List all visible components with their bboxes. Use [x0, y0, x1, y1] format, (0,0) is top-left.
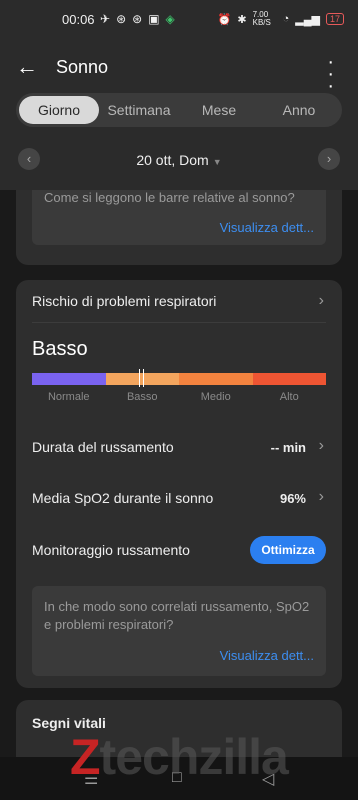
sleep-bars-help: Come si leggono le barre relative al son… — [32, 190, 326, 245]
spo2-value: 96% — [279, 491, 306, 506]
status-bar: 00:06 ✈ ⊛ ⊛ ▣ ◈ ⏰ ✱ 7.00 KB/S ◔ ▂▄▆ 17 — [0, 0, 358, 40]
divider — [32, 322, 326, 323]
caret-down-icon: ▼ — [212, 157, 222, 167]
tab-giorno[interactable]: Giorno — [19, 96, 99, 124]
date-selector[interactable]: 20 ott, Dom ▼ — [0, 152, 358, 168]
chevron-right-icon[interactable]: › — [319, 488, 324, 506]
tab-settimana[interactable]: Settimana — [99, 96, 179, 124]
scale-label: Normale — [47, 391, 90, 403]
respiratory-risk-card: Rischio di problemi respiratori › Basso … — [16, 280, 342, 688]
back-arrow-icon[interactable]: ← — [16, 54, 38, 80]
date-navigator: ‹ 20 ott, Dom ▼ › — [0, 145, 358, 175]
scale-segment-normale — [32, 373, 106, 385]
optimize-button[interactable]: Ottimizza — [250, 536, 326, 564]
tab-mese[interactable]: Mese — [179, 96, 259, 124]
spo2-label[interactable]: Media SpO2 durante il sonno — [32, 490, 213, 506]
sleep-bars-question: Come si leggono le barre relative al son… — [44, 190, 295, 205]
scale-label: Basso — [126, 391, 158, 403]
scale-segment-alto — [252, 373, 326, 385]
status-right: ⏰ ✱ 7.00 KB/S ◔ ▂▄▆ 17 — [218, 11, 344, 27]
period-tabs: Giorno Settimana Mese Anno — [16, 93, 342, 127]
header: ← Sonno · · · Giorno Settimana Mese Anno ‹… — [0, 40, 358, 190]
scale-label: Alto — [279, 391, 299, 403]
notification-icons: ✈ ⊛ ⊛ ▣ ◈ — [100, 12, 175, 26]
status-time: 00:06 — [62, 12, 95, 27]
risk-scale-labels: Normale Basso Medio Alto — [32, 391, 326, 403]
next-day-button[interactable]: › — [318, 148, 340, 170]
page-title: Sonno — [56, 57, 109, 77]
chevron-right-icon[interactable]: › — [319, 292, 324, 310]
wifi-icon: ◔ — [282, 13, 290, 25]
signal-icon: ▂▄▆ — [295, 13, 320, 26]
battery-indicator: 17 — [325, 13, 344, 25]
sleep-bars-details-link[interactable]: Visualizza dett... — [220, 220, 314, 235]
respiratory-help: In che modo sono correlati russamento, S… — [32, 586, 326, 676]
twitch-icon: ▣ — [148, 12, 160, 26]
date-label: 20 ott, Dom — [136, 152, 209, 168]
alarm-icon: ⏰ — [217, 13, 232, 26]
snoring-duration-value: -- min — [270, 440, 306, 455]
shield-icon: ◈ — [165, 12, 175, 26]
app-icon: ⊛ — [132, 12, 143, 26]
respiratory-help-question: In che modo sono correlati russamento, S… — [44, 599, 310, 632]
snoring-duration-label[interactable]: Durata del russamento — [32, 439, 174, 455]
app-icon: ⊛ — [116, 12, 127, 26]
watermark-z: Z — [70, 729, 101, 785]
snoring-monitoring-label: Monitoraggio russamento — [32, 542, 190, 558]
chevron-right-icon[interactable]: › — [319, 437, 324, 455]
scale-label: Medio — [200, 391, 231, 403]
risk-indicator — [138, 369, 144, 387]
bluetooth-icon: ✱ — [237, 13, 247, 26]
respiratory-details-link[interactable]: Visualizza dett... — [220, 648, 314, 663]
techzilla-watermark: Ztechzilla — [70, 728, 289, 786]
risk-scale-bar — [32, 373, 326, 385]
sleep-bars-card: Come si leggono le barre relative al son… — [16, 190, 342, 265]
respiratory-risk-title[interactable]: Rischio di problemi respiratori — [32, 293, 216, 309]
watermark-text: techzilla — [99, 729, 289, 785]
more-options-icon[interactable]: · · · — [327, 52, 334, 96]
risk-level: Basso — [32, 338, 88, 360]
tab-anno[interactable]: Anno — [259, 96, 339, 124]
scale-segment-medio — [179, 373, 253, 385]
network-speed: 7.00 KB/S — [252, 10, 271, 27]
playstation-icon: ✈ — [100, 12, 111, 26]
